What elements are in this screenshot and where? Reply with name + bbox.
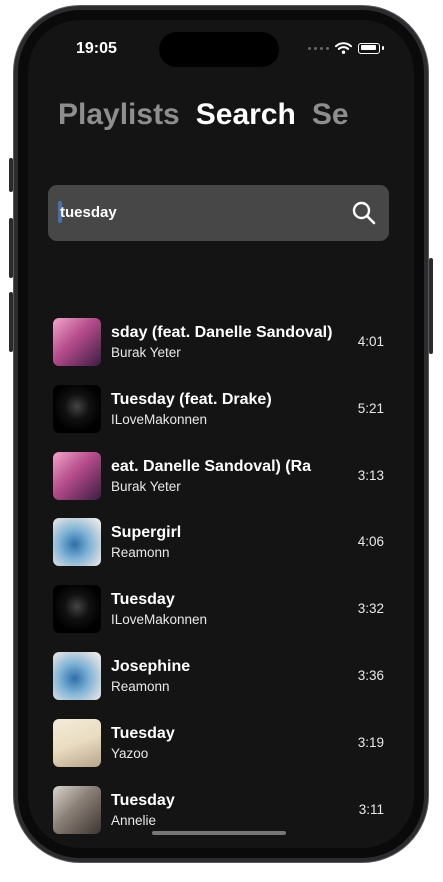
album-art <box>53 785 101 834</box>
song-duration: 5:21 <box>357 400 384 416</box>
result-row[interactable]: Supergirl Reamonn 4:06 <box>28 512 414 579</box>
volume-up-button <box>9 218 13 278</box>
battery-icon <box>358 42 380 54</box>
album-art <box>53 318 101 366</box>
home-indicator <box>152 831 286 835</box>
song-duration: 3:19 <box>357 734 384 750</box>
song-artist: Burak Yeter <box>111 478 181 494</box>
battery-tip <box>382 46 384 50</box>
song-title: Tuesday (feat. Drake) <box>111 390 272 408</box>
song-duration: 4:06 <box>357 534 384 550</box>
wifi-icon <box>335 42 352 54</box>
result-row[interactable]: Josephine Reamonn 3:36 <box>28 646 414 713</box>
result-row[interactable]: Tuesday ILoveMakonnen 3:32 <box>28 579 414 646</box>
search-query: tuesday <box>60 204 117 221</box>
song-artist: Annelie <box>111 812 157 828</box>
song-artist: Burak Yeter <box>111 345 181 360</box>
status-time: 19:05 <box>76 40 117 57</box>
song-artist: Reamonn <box>111 678 170 694</box>
song-duration: 3:11 <box>358 801 384 817</box>
song-title: sday (feat. Danelle Sandoval) <box>111 324 333 341</box>
results-list: sday (feat. Danelle Sandoval) Burak Yete… <box>28 312 414 846</box>
result-row[interactable]: Tuesday (feat. Drake) ILoveMakonnen 5:21 <box>28 379 414 446</box>
tab-settings[interactable]: Se <box>312 98 349 132</box>
tab-search[interactable]: Search <box>196 98 296 132</box>
result-row[interactable]: Tuesday Annelie 3:11 <box>28 780 414 847</box>
tab-playlists[interactable]: Playlists <box>58 98 180 132</box>
song-artist: Yazoo <box>111 745 149 761</box>
song-title: eat. Danelle Sandoval) (Ra <box>111 457 312 475</box>
tab-bar: Playlists Search Se <box>58 98 349 132</box>
song-title: Supergirl <box>111 524 182 542</box>
result-row[interactable]: Tuesday Yazoo 3:19 <box>28 713 414 780</box>
song-duration: 3:13 <box>357 467 384 483</box>
song-title: Josephine <box>111 657 191 675</box>
action-button <box>9 158 13 192</box>
song-title: Tuesday <box>111 724 175 742</box>
app-screen: 19:05 Playlists Search Se tuesday sday (… <box>28 20 414 848</box>
cellular-signal-icon <box>308 46 329 50</box>
volume-down-button <box>9 292 13 352</box>
album-art <box>53 518 101 567</box>
album-art <box>53 718 101 767</box>
album-art <box>53 585 101 634</box>
result-row[interactable]: eat. Danelle Sandoval) (Ra Burak Yeter 3… <box>28 446 414 513</box>
magnifier-icon[interactable] <box>351 200 377 226</box>
song-artist: Reamonn <box>111 545 170 561</box>
album-art <box>53 451 101 500</box>
result-row[interactable]: sday (feat. Danelle Sandoval) Burak Yete… <box>28 312 414 379</box>
song-duration: 3:32 <box>357 601 384 617</box>
song-duration: 3:36 <box>357 667 384 683</box>
search-input[interactable]: tuesday <box>48 185 389 241</box>
song-title: Tuesday <box>111 591 175 609</box>
song-artist: ILoveMakonnen <box>111 612 208 628</box>
album-art <box>53 651 101 700</box>
song-artist: ILoveMakonnen <box>111 411 208 427</box>
song-duration: 4:01 <box>357 334 384 349</box>
power-button <box>429 258 433 354</box>
status-icons <box>308 42 384 54</box>
dynamic-island <box>159 32 279 67</box>
album-art <box>53 384 101 433</box>
song-title: Tuesday <box>111 791 175 809</box>
